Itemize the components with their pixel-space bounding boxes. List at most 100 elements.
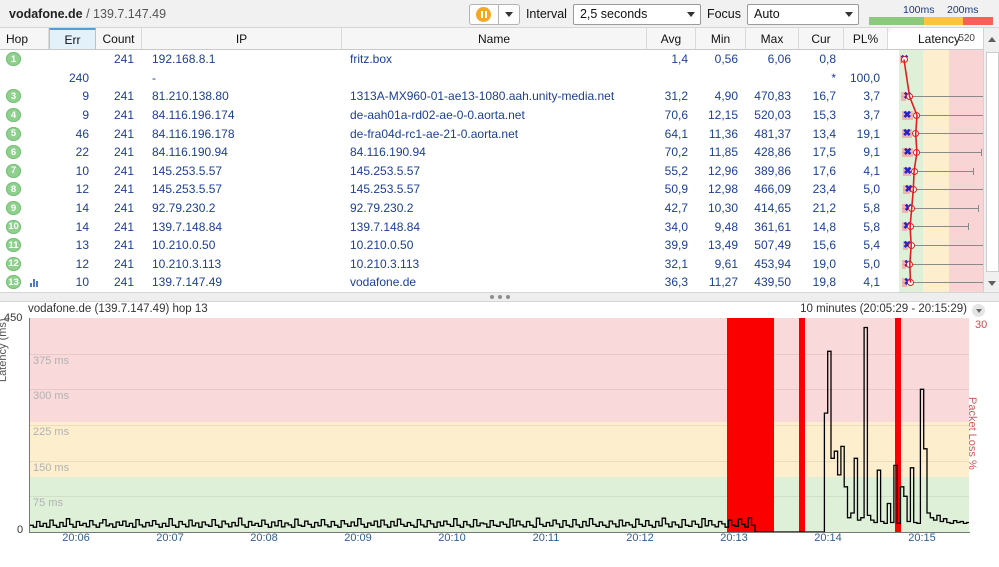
- latency-max-cap: [980, 148, 982, 156]
- column-header-ip[interactable]: IP: [142, 28, 342, 49]
- cell-cur: 15,6: [812, 238, 836, 253]
- cell-err: 240: [68, 70, 89, 85]
- chevron-down-icon: [975, 308, 982, 313]
- column-header-count[interactable]: Count: [96, 28, 142, 49]
- cell-max: 520,03: [754, 108, 791, 123]
- hop-table-body[interactable]: 1241192.168.8.1fritz.box1,40,566,060,8✖2…: [0, 50, 999, 292]
- table-row[interactable]: 5 46 241 84.116.196.178 de-fra04d-rc1-ae-21-…: [0, 124, 999, 143]
- hop-status-badge: 6: [6, 145, 21, 160]
- cell-max: [746, 69, 799, 88]
- cell-min: 10,30: [707, 201, 738, 216]
- cell-count: 241: [113, 238, 134, 253]
- cell-cur: 15,3: [812, 108, 836, 123]
- latency-avg-marker: [913, 111, 921, 119]
- hop-status-badge: 4: [6, 108, 21, 123]
- hop-status-badge: 13: [6, 275, 21, 290]
- chevron-down-icon: [686, 11, 695, 17]
- table-row[interactable]: 6 22 241 84.116.190.94 84.116.190.94 70,2 11,8…: [0, 142, 999, 162]
- y-axis-zero-label: 0: [17, 524, 24, 536]
- latency-whisker: [902, 244, 996, 246]
- cell-err: 10: [75, 163, 89, 178]
- latency-max-cap: [968, 223, 970, 231]
- table-row[interactable]: 240 - * 100,0: [0, 68, 999, 88]
- table-row[interactable]: 11 13 241 10.210.0.50 10.210.0.50 39,9 13,49 50…: [0, 235, 999, 255]
- cell-err: 9: [82, 89, 89, 104]
- x-axis-tick-label: 20:12: [626, 532, 654, 544]
- cell-count: 241: [113, 219, 134, 234]
- table-row[interactable]: 3 9 241 81.210.138.80 1313A-MX960-01-ae13-10…: [0, 87, 999, 106]
- hop-status-badge: 5: [6, 126, 21, 141]
- column-header-err[interactable]: Err: [49, 28, 96, 49]
- focus-select[interactable]: Auto: [747, 3, 859, 25]
- cell-min: 4,90: [714, 89, 738, 104]
- table-row[interactable]: 8 12 241 145.253.5.57 145.253.5.57 50,9 12,98 4…: [0, 180, 999, 199]
- table-row[interactable]: 10 14 241 139.7.148.84 139.7.148.84 34,0 9,48 3…: [0, 217, 999, 236]
- table-row[interactable]: 7 10 241 145.253.5.57 145.253.5.57 55,2 12,96 3…: [0, 161, 999, 181]
- pause-button-group: [468, 3, 520, 25]
- column-header-min[interactable]: Min: [696, 28, 746, 49]
- cell-hop: 3: [0, 87, 49, 106]
- cell-count: 241: [113, 275, 134, 290]
- cell-min: 9,48: [714, 219, 738, 234]
- cell-pl: 19,1: [856, 126, 880, 141]
- scroll-up-button[interactable]: [984, 31, 999, 48]
- table-row[interactable]: 4 9 241 84.116.196.174 de-aah01a-rd02-ae-0-0…: [0, 105, 999, 125]
- cell-hop: 12: [0, 255, 49, 274]
- cell-count: 241: [113, 201, 134, 216]
- x-axis-tick-label: 20:06: [62, 532, 90, 544]
- latency-whisker: [901, 96, 989, 98]
- column-header-max[interactable]: Max: [746, 28, 799, 49]
- x-axis-tick-label: 20:15: [908, 532, 936, 544]
- cell-count: 241: [113, 256, 134, 271]
- column-header-pl[interactable]: PL%: [844, 28, 888, 49]
- legend-color-bar: [869, 16, 993, 25]
- cell-max: 439,50: [754, 275, 791, 290]
- column-header-hop[interactable]: Hop: [0, 28, 49, 49]
- hop-status-badge: 1: [6, 52, 21, 67]
- table-row[interactable]: 9 14 241 92.79.230.2 92.79.230.2 42,7 10,30 414…: [0, 198, 999, 218]
- cell-name: de-aah01a-rd02-ae-0-0.aorta.net: [350, 108, 525, 123]
- pause-button[interactable]: [468, 3, 498, 25]
- x-axis-tick-label: 20:11: [532, 532, 560, 544]
- table-row[interactable]: 1241192.168.8.1fritz.box1,40,566,060,8✖: [0, 50, 999, 69]
- cell-max: 6,06: [767, 52, 791, 67]
- interval-value: 2,5 seconds: [579, 7, 648, 21]
- column-header-name[interactable]: Name: [342, 28, 647, 49]
- table-row[interactable]: 13 10 241 139.7.147.49 vodafone.de 36,3 11,27 4…: [0, 273, 999, 292]
- x-axis-tick-label: 20:09: [344, 532, 372, 544]
- latency-chart-panel: vodafone.de (139.7.147.49) hop 13 10 min…: [0, 302, 999, 567]
- cell-min: 11,85: [708, 145, 738, 160]
- cell-avg: [647, 69, 696, 88]
- table-vertical-scrollbar[interactable]: [983, 28, 999, 292]
- x-axis-tick-label: 20:13: [720, 532, 748, 544]
- panel-splitter[interactable]: [0, 292, 999, 302]
- cell-ip: 92.79.230.2: [152, 201, 216, 216]
- cell-err: 14: [75, 201, 89, 216]
- hop-status-badge: 11: [6, 238, 21, 253]
- cell-avg: 55,2: [664, 163, 688, 178]
- latency-current-marker: ✖: [902, 128, 912, 140]
- pause-options-dropdown-button[interactable]: [497, 3, 520, 25]
- legend-red-segment: [963, 16, 993, 25]
- cell-pl: 5,0: [863, 182, 880, 197]
- cell-count: 241: [113, 182, 134, 197]
- table-row[interactable]: 12 12 241 10.210.3.113 10.210.3.113 32,1 9,61 4…: [0, 254, 999, 274]
- latency-avg-marker: [909, 186, 917, 194]
- chart-range-dropdown-button[interactable]: [972, 304, 985, 317]
- scrollbar-thumb[interactable]: [986, 52, 999, 272]
- chevron-down-icon: [988, 281, 996, 286]
- cell-hop: 1: [0, 50, 49, 69]
- column-header-cur[interactable]: Cur: [799, 28, 844, 49]
- cell-hop: 13: [0, 273, 49, 292]
- x-axis-ticks: 20:06 20:07 20:08 20:09 20:10 20:11 20:12 20:13…: [29, 532, 969, 552]
- interval-select[interactable]: 2,5 seconds: [572, 3, 701, 25]
- chart-plot-area[interactable]: 75 ms 150 ms 225 ms 300 ms 375 ms: [30, 318, 969, 532]
- legend-tick-200ms: 200ms: [947, 3, 979, 16]
- pause-icon: [476, 6, 492, 22]
- chart-time-range-label: 10 minutes (20:05:29 - 20:15:29): [800, 303, 967, 315]
- column-header-avg[interactable]: Avg: [647, 28, 696, 49]
- hop-status-badge: 7: [6, 163, 21, 178]
- cell-min: 9,61: [714, 256, 738, 271]
- scroll-down-button[interactable]: [984, 275, 999, 292]
- cell-min: 13,49: [707, 238, 738, 253]
